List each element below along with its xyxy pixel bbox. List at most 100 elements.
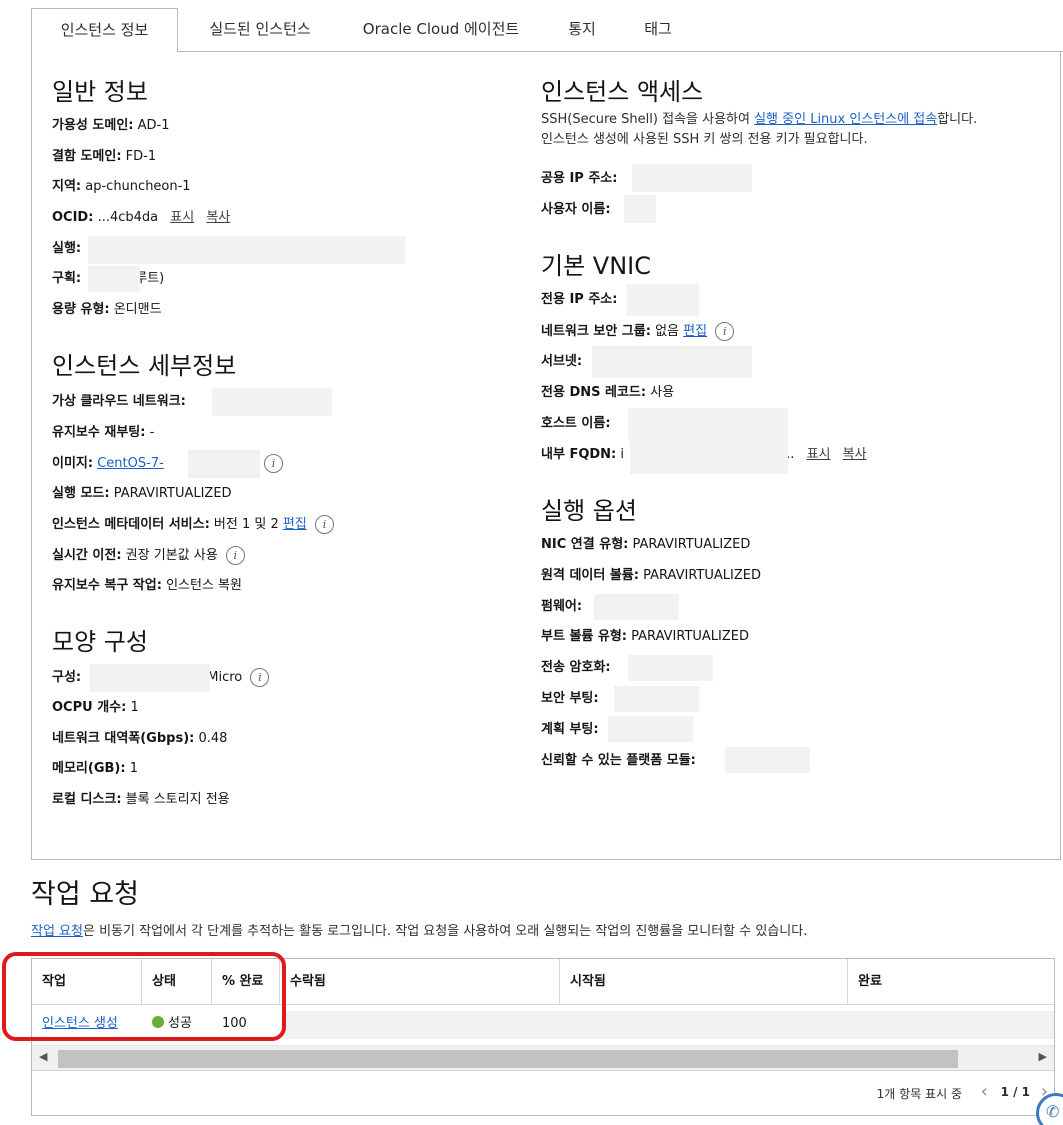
private-ip-row: 전용 IP 주소: [541, 291, 617, 309]
scroll-left-icon[interactable]: ◀ [39, 1050, 47, 1063]
primary-vnic-heading: 기본 VNIC [541, 252, 651, 280]
ocid-row: OCID: ...4cb4da 표시 복사 [52, 209, 230, 227]
imds-label: 인스턴스 메타데이터 서비스: [52, 517, 210, 532]
scroll-right-icon[interactable]: ▶ [1039, 1050, 1047, 1063]
info-icon[interactable]: i [250, 668, 270, 687]
region-row: 지역: ap-chuncheon-1 [52, 178, 191, 196]
availability-domain-label: 가용성 도메인: [52, 118, 134, 133]
internal-fqdn-value: i [620, 447, 625, 462]
hostname-row: 호스트 이름: [541, 415, 611, 433]
tpm-label: 신뢰할 수 있는 플랫폼 모듈: [541, 753, 696, 768]
info-icon[interactable]: i [264, 454, 283, 473]
pager-summary: 1개 항목 표시 중 [876, 1087, 962, 1101]
pager-count: 1 / 1 [1000, 1085, 1030, 1099]
image-link[interactable]: CentOS-7- [97, 456, 164, 471]
memory-label: 메모리(GB): [52, 761, 126, 776]
nsg-value: 없음 [655, 324, 679, 339]
fqdn-show-link[interactable]: 표시 [807, 447, 831, 462]
capacity-type-row: 용량 유형: 온디맨드 [52, 301, 162, 319]
nsg-label: 네트워크 보안 그룹: [541, 324, 651, 339]
work-requests-desc-text: 은 비동기 작업에서 각 단계를 추적하는 활동 로그입니다. 작업 요청을 사… [82, 924, 808, 939]
work-requests-doc-link[interactable]: 작업 요청 [31, 924, 83, 939]
username-row: 사용자 이름: [541, 201, 611, 219]
access-desc-text: SSH(Secure Shell) 접속을 사용하여 [541, 112, 755, 127]
secure-boot-label: 보안 부팅: [541, 691, 599, 706]
column-header-finished[interactable]: 완료 [848, 959, 1054, 1005]
pager-prev-icon[interactable]: ‹ [981, 1081, 988, 1102]
redacted-block [627, 284, 699, 316]
local-disk-row: 로컬 디스크: 블록 스토리지 전용 [52, 791, 230, 809]
memory-row: 메모리(GB): 1 [52, 760, 138, 778]
tab-notifications[interactable]: 통지 [559, 8, 605, 52]
bandwidth-value: 0.48 [198, 731, 228, 746]
column-header-started[interactable]: 시작됨 [560, 959, 848, 1005]
ocid-label: OCID: [52, 210, 94, 225]
boot-volume-value: PARAVIRTUALIZED [631, 629, 749, 644]
transit-encryption-label: 전송 암호화: [541, 660, 611, 675]
ocpu-label: OCPU 개수: [52, 700, 127, 715]
horizontal-scrollbar[interactable]: ◀ ▶ [32, 1045, 1054, 1071]
redacted-block [614, 686, 699, 712]
live-migration-label: 실시간 이전: [52, 548, 122, 563]
tab-oracle-cloud-agent[interactable]: Oracle Cloud 에이전트 [351, 8, 531, 52]
nic-attachment-label: NIC 연결 유형: [541, 537, 629, 552]
info-icon[interactable]: i [314, 515, 334, 534]
boot-volume-row: 부트 볼륨 유형: PARAVIRTUALIZED [541, 628, 749, 646]
general-info-heading: 일반 정보 [52, 78, 148, 106]
launch-mode-value: PARAVIRTUALIZED [113, 486, 232, 501]
live-migration-value: 권장 기본값 사용 [125, 548, 218, 563]
maintenance-reboot-row: 유지보수 재부팅: - [52, 424, 154, 442]
fault-domain-value: FD-1 [125, 149, 157, 164]
fault-domain-row: 결함 도메인: FD-1 [52, 148, 156, 166]
nsg-edit-link[interactable]: 편집 [683, 324, 707, 339]
work-requests-heading: 작업 요청 [31, 879, 139, 910]
compartment-label: 구획: [52, 271, 82, 286]
redacted-block [88, 236, 405, 264]
tab-instance-info[interactable]: 인스턴스 정보 [31, 8, 178, 53]
redacted-block [592, 346, 752, 378]
measured-boot-row: 계획 부팅: [541, 721, 599, 739]
fault-domain-label: 결함 도메인: [52, 149, 122, 164]
column-header-accepted[interactable]: 수락됨 [280, 959, 560, 1005]
tab-tags[interactable]: 태그 [635, 8, 681, 52]
maintenance-recovery-row: 유지보수 복구 작업: 인스턴스 복원 [52, 577, 242, 595]
availability-domain-row: 가용성 도메인: AD-1 [52, 117, 170, 135]
subnet-row: 서브넷: [541, 353, 582, 371]
shape-config-heading: 모양 구성 [52, 628, 148, 656]
info-icon[interactable]: i [225, 546, 245, 565]
imds-edit-link[interactable]: 편집 [283, 517, 307, 532]
info-icon[interactable]: i [715, 322, 735, 341]
username-label: 사용자 이름: [541, 202, 611, 217]
instance-details-heading: 인스턴스 세부정보 [52, 352, 237, 380]
work-requests-description: 작업 요청은 비동기 작업에서 각 단계를 추적하는 활동 로그입니다. 작업 … [31, 920, 807, 939]
highlight-annotation [2, 952, 286, 1041]
instance-access-description: SSH(Secure Shell) 접속을 사용하여 실행 중인 Linux 인… [541, 110, 977, 150]
shape-label: 구성: [52, 670, 82, 685]
ocid-copy-link[interactable]: 복사 [206, 210, 230, 225]
maintenance-reboot-label: 유지보수 재부팅: [52, 425, 146, 440]
redacted-block [282, 1011, 1054, 1039]
instance-access-heading: 인스턴스 액세스 [541, 78, 704, 106]
tab-shielded-instance[interactable]: 실드된 인스턴스 [198, 8, 322, 52]
scrollbar-thumb[interactable] [58, 1050, 958, 1068]
bandwidth-row: 네트워크 대역폭(Gbps): 0.48 [52, 730, 227, 748]
launch-mode-label: 실행 모드: [52, 486, 110, 501]
remote-volume-label: 원격 데이터 볼륨: [541, 568, 639, 583]
redacted-block [632, 164, 752, 192]
region-label: 지역: [52, 179, 82, 194]
nsg-row: 네트워크 보안 그룹: 없음 편집 i [541, 322, 735, 344]
remote-volume-row: 원격 데이터 볼륨: PARAVIRTUALIZED [541, 567, 761, 585]
live-migration-row: 실시간 이전: 권장 기본값 사용 i [52, 546, 245, 568]
redacted-block [188, 450, 260, 478]
table-footer: 1개 항목 표시 중 ‹ 1 / 1 › [32, 1073, 1054, 1115]
chat-icon: ✆ [1046, 1102, 1060, 1121]
redacted-block [90, 664, 210, 692]
tpm-row: 신뢰할 수 있는 플랫폼 모듈: [541, 752, 696, 770]
remote-volume-value: PARAVIRTUALIZED [643, 568, 761, 583]
redacted-block [594, 594, 679, 620]
ocid-show-link[interactable]: 표시 [170, 210, 194, 225]
maintenance-reboot-value: - [149, 425, 155, 440]
memory-value: 1 [129, 761, 138, 776]
connect-instance-link[interactable]: 실행 중인 Linux 인스턴스에 접속 [754, 112, 937, 127]
fqdn-copy-link[interactable]: 복사 [843, 447, 867, 462]
